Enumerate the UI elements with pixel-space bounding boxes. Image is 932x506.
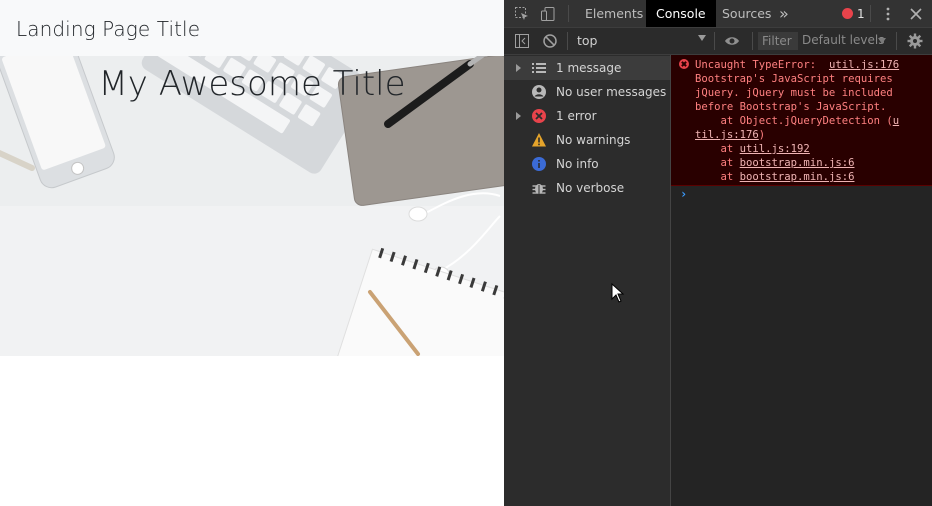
toggle-sidebar-icon[interactable] — [514, 33, 530, 49]
error-icon — [532, 109, 546, 123]
error-count-badge[interactable]: 1 — [842, 6, 865, 22]
filter-input[interactable]: Filter — [758, 32, 798, 50]
levels-dropdown-icon[interactable] — [878, 38, 886, 44]
sidebar-item-info[interactable]: No info — [504, 152, 670, 176]
inspect-element-icon[interactable] — [514, 6, 530, 22]
console-toolbar: top Filter Default levels — [504, 28, 932, 55]
stack-link[interactable]: bootstrap.min.js:6 — [740, 157, 855, 169]
stack-link[interactable]: bootstrap.min.js:6 — [740, 171, 855, 183]
error-icon — [679, 59, 689, 69]
device-toolbar-icon[interactable] — [540, 6, 556, 22]
divider — [714, 32, 715, 50]
source-link[interactable]: util.js:176 — [829, 59, 899, 71]
web-page: Landing Page Title My Awesome Title — [0, 0, 504, 506]
divider — [896, 32, 897, 50]
warning-icon — [532, 133, 546, 147]
sidebar-item-user-messages[interactable]: No user messages — [504, 80, 670, 104]
stack-link[interactable]: til.js:176 — [695, 129, 759, 141]
clear-console-icon[interactable] — [542, 33, 558, 49]
devtools-tab-bar: Elements Console Sources » 1 — [504, 0, 932, 28]
divider — [752, 32, 753, 50]
error-text: Uncaught TypeError: util.js:176 Bootstra… — [695, 59, 900, 183]
sidebar-item-label: No warnings — [556, 133, 631, 147]
bug-icon — [532, 184, 546, 194]
devtools-panel: Elements Console Sources » 1 top Filter … — [504, 0, 932, 506]
hero-section: My Awesome Title — [0, 56, 504, 356]
divider — [567, 32, 568, 50]
error-icon — [842, 8, 853, 19]
stack-frame: at util.js:192 — [695, 143, 810, 155]
error-description: Bootstrap's JavaScript requires jQuery. … — [695, 73, 893, 113]
console-output[interactable]: Uncaught TypeError: util.js:176 Bootstra… — [671, 55, 932, 506]
sidebar-item-label: 1 error — [556, 109, 597, 123]
stack-link[interactable]: util.js:192 — [740, 143, 810, 155]
sidebar-item-warnings[interactable]: No warnings — [504, 128, 670, 152]
settings-gear-icon[interactable] — [907, 33, 923, 49]
tab-console[interactable]: Console — [646, 0, 716, 27]
console-prompt[interactable]: › — [680, 187, 687, 201]
expand-arrow-icon[interactable] — [516, 64, 521, 72]
mouse-cursor-icon — [611, 283, 625, 303]
navbar: Landing Page Title — [0, 0, 504, 56]
user-icon — [532, 85, 546, 99]
eye-icon[interactable] — [724, 33, 740, 49]
kebab-menu-icon[interactable] — [880, 6, 896, 22]
expand-arrow-icon[interactable] — [516, 112, 521, 120]
context-dropdown-icon[interactable] — [698, 35, 706, 41]
sidebar-item-label: No info — [556, 157, 599, 171]
console-sidebar: 1 message No user messages 1 error No wa… — [504, 55, 671, 506]
sidebar-item-label: 1 message — [556, 61, 622, 75]
error-count: 1 — [857, 7, 865, 21]
stack-frame: at bootstrap.min.js:6 — [695, 171, 855, 183]
sidebar-item-label: No user messages — [556, 85, 667, 99]
divider — [568, 5, 569, 22]
sidebar-item-messages[interactable]: 1 message — [504, 56, 670, 80]
log-levels-dropdown[interactable]: Default levels — [802, 33, 884, 47]
sidebar-item-verbose[interactable]: No verbose — [504, 176, 670, 200]
list-icon — [532, 63, 546, 73]
hero-title: My Awesome Title — [98, 64, 406, 104]
stack-frame: at Object.jQueryDetection (u — [695, 115, 900, 127]
stack-link[interactable]: u — [893, 115, 899, 127]
error-message: Uncaught TypeError: util.js:176 Bootstra… — [671, 55, 932, 186]
navbar-brand[interactable]: Landing Page Title — [16, 17, 200, 41]
error-title: Uncaught TypeError: — [695, 59, 817, 71]
sidebar-item-errors[interactable]: 1 error — [504, 104, 670, 128]
tab-sources[interactable]: Sources — [712, 0, 781, 27]
sidebar-item-label: No verbose — [556, 181, 625, 195]
info-icon — [532, 157, 546, 171]
close-icon[interactable] — [908, 6, 924, 22]
divider — [870, 5, 871, 22]
stack-frame: at bootstrap.min.js:6 — [695, 157, 855, 169]
tab-elements[interactable]: Elements — [575, 0, 653, 27]
more-tabs-button[interactable]: » — [773, 0, 795, 27]
context-selector[interactable]: top — [577, 33, 597, 48]
